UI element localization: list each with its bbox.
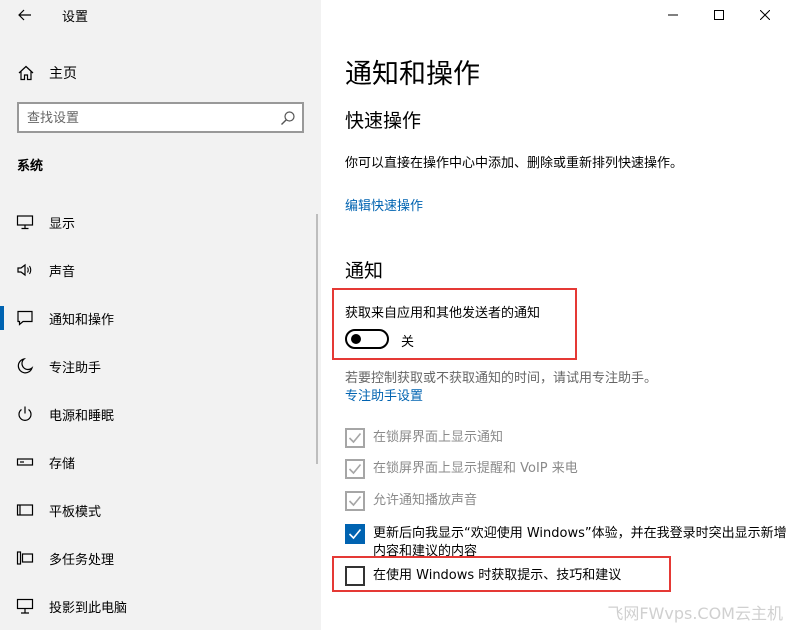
sidebar-item-multitasking[interactable]: 多任务处理 [0,539,321,577]
power-icon [18,406,32,421]
back-button[interactable] [12,2,38,28]
multitask-icon [16,551,34,565]
sidebar-item-notifications[interactable]: 通知和操作 [0,299,321,337]
highlight-box-toggle [332,288,577,360]
sidebar-item-display[interactable]: 显示 [0,203,321,241]
back-arrow-icon [18,9,31,21]
minimize-icon [668,14,678,16]
edit-quick-actions-link[interactable]: 编辑快速操作 [345,195,423,214]
checkbox-label: 在锁屏界面上显示通知 [373,430,504,445]
close-icon [760,10,770,20]
sidebar-item-label: 主页 [49,66,77,82]
sidebar-item-label: 平板模式 [49,505,102,520]
sidebar-item-label: 电源和睡眠 [49,409,115,424]
notifications-heading: 通知 [345,260,384,282]
monitor-icon [16,215,34,230]
sidebar-item-label: 多任务处理 [49,553,115,568]
minimize-button[interactable] [650,0,696,30]
checkbox-label: 在使用 Windows 时获取提示、技巧和建议 [373,568,622,583]
checkmark-icon [348,432,362,444]
tips-tricks-checkbox[interactable] [345,566,365,586]
sidebar: 设置 主页 系统 显示 声音 通知和操作 专注助手 电源和睡眠 存储 平板模式 [0,0,321,630]
maximize-button[interactable] [696,0,742,30]
sidebar-item-label: 专注助手 [49,361,102,376]
checkmark-icon [348,528,362,540]
close-button[interactable] [742,0,788,30]
quick-actions-heading: 快速操作 [345,110,422,132]
speaker-icon [17,263,32,277]
notification-icon [17,310,33,326]
notification-sounds-checkbox[interactable] [345,491,365,511]
maximize-icon [714,10,724,20]
project-icon [16,598,34,614]
toggle-state-label: 关 [401,335,415,350]
quick-actions-description: 你可以直接在操作中心中添加、删除或重新排列快速操作。 [345,156,684,171]
window-controls [650,0,788,30]
sidebar-item-label: 存储 [49,457,76,472]
checkmark-icon [348,463,362,475]
sidebar-item-focus-assist[interactable]: 专注助手 [0,347,321,385]
sidebar-item-tablet-mode[interactable]: 平板模式 [0,491,321,529]
storage-icon [16,458,34,466]
focus-assist-hint: 若要控制获取或不获取通知的时间，请试用专注助手。 [345,371,658,386]
sidebar-item-storage[interactable]: 存储 [0,443,321,481]
lockscreen-reminders-checkbox[interactable] [345,459,365,479]
sidebar-item-label: 通知和操作 [49,313,115,328]
titlebar-left: 设置 [0,0,321,30]
checkmark-icon [348,495,362,507]
sidebar-item-project[interactable]: 投影到此电脑 [0,587,321,625]
notifications-toggle-label: 获取来自应用和其他发送者的通知 [345,306,541,321]
sidebar-item-label: 显示 [49,217,76,232]
tablet-icon [16,504,34,516]
sidebar-item-label: 声音 [49,265,76,280]
main-content: 通知和操作 快速操作 你可以直接在操作中心中添加、删除或重新排列快速操作。 编辑… [321,0,788,630]
watermark: 飞网FWvps.COM云主机 [607,604,783,623]
sidebar-scrollbar[interactable] [316,214,318,464]
page-title: 通知和操作 [345,59,480,90]
search-box[interactable] [17,102,304,133]
welcome-experience-checkbox[interactable] [345,524,365,544]
home-icon [18,65,34,81]
moon-icon [17,357,34,374]
app-title: 设置 [62,10,89,25]
section-title: 系统 [17,159,44,174]
search-input[interactable] [27,108,267,128]
checkbox-label: 允许通知播放声音 [373,493,478,508]
checkbox-label: 在锁屏界面上显示提醒和 VoIP 来电 [373,461,578,476]
search-icon [281,111,295,125]
toggle-knob [351,334,361,344]
sidebar-item-sound[interactable]: 声音 [0,251,321,289]
focus-assist-settings-link[interactable]: 专注助手设置 [345,385,423,404]
sidebar-item-label: 投影到此电脑 [49,601,128,616]
lockscreen-notifications-checkbox[interactable] [345,428,365,448]
sidebar-item-power[interactable]: 电源和睡眠 [0,395,321,433]
sidebar-item-home[interactable]: 主页 [0,56,321,88]
notifications-toggle[interactable] [345,329,389,349]
